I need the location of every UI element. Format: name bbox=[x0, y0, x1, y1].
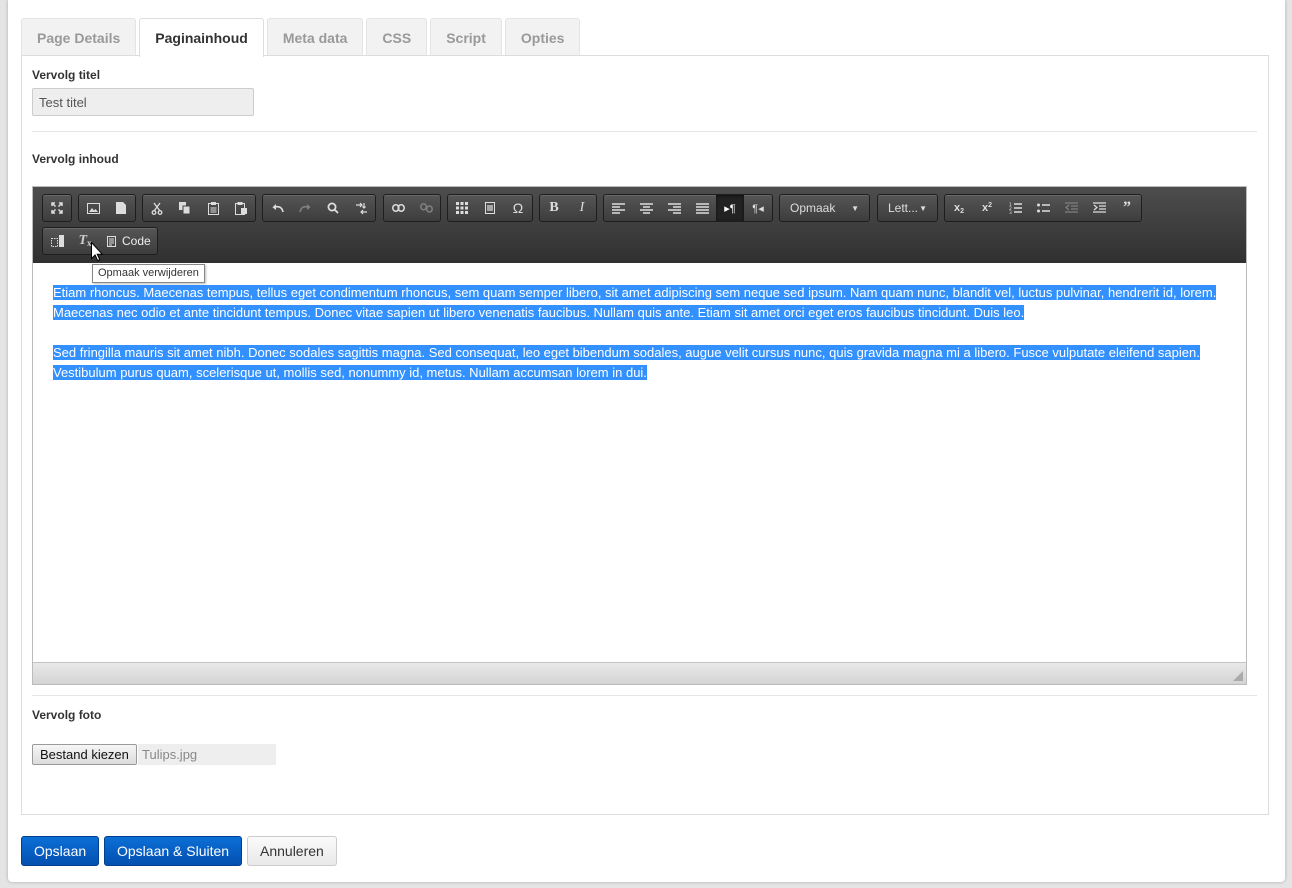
rich-text-editor: Ω B I ▸¶ ¶◂ Opmaak ▼ Lett... ▼ x 2 x 2 1… bbox=[32, 186, 1247, 685]
toolbar-group-history bbox=[262, 194, 376, 222]
visual-blocks-icon[interactable] bbox=[43, 228, 71, 254]
fullscreen-icon[interactable] bbox=[43, 195, 71, 221]
image-icon[interactable] bbox=[79, 195, 107, 221]
editor-statusbar bbox=[33, 662, 1246, 684]
tab-page-details[interactable]: Page Details bbox=[21, 18, 137, 56]
blockquote-icon[interactable]: ” bbox=[1113, 195, 1141, 221]
indent-icon[interactable] bbox=[1085, 195, 1113, 221]
align-right-icon[interactable] bbox=[660, 195, 688, 221]
tab-opties[interactable]: Opties bbox=[504, 18, 581, 56]
toolbar-group-objects: Ω bbox=[447, 194, 533, 222]
mouse-cursor-icon bbox=[91, 242, 103, 261]
content-field-label: Vervolg inhoud bbox=[32, 152, 119, 166]
table-icon[interactable] bbox=[448, 195, 476, 221]
selected-text: Sed fringilla mauris sit amet nibh. Done… bbox=[53, 345, 1200, 380]
toolbar-group-view bbox=[42, 194, 72, 222]
tab-css[interactable]: CSS bbox=[366, 18, 428, 56]
align-center-icon[interactable] bbox=[632, 195, 660, 221]
photo-field-label: Vervolg foto bbox=[32, 708, 102, 722]
divider bbox=[32, 131, 1257, 132]
selected-text: Etiam rhoncus. Maecenas tempus, tellus e… bbox=[53, 285, 1217, 320]
tab-script[interactable]: Script bbox=[430, 18, 502, 56]
caret-down-icon: ▼ bbox=[919, 203, 927, 213]
bullet-list-icon[interactable] bbox=[1029, 195, 1057, 221]
toolbar-group-style: B I bbox=[539, 194, 597, 222]
cut-icon[interactable] bbox=[143, 195, 171, 221]
subscript-icon[interactable]: x2 bbox=[945, 195, 973, 221]
toolbar-group-clipboard bbox=[142, 194, 256, 222]
numbered-list-icon[interactable]: 123 bbox=[1001, 195, 1029, 221]
align-left-icon[interactable] bbox=[604, 195, 632, 221]
code-button-label: Code bbox=[122, 234, 151, 248]
bold-icon[interactable]: B bbox=[540, 195, 568, 221]
redo-icon[interactable] bbox=[291, 195, 319, 221]
title-field-label: Vervolg titel bbox=[32, 68, 101, 82]
toolbar-group-insert bbox=[78, 194, 136, 222]
horizontal-rule-icon[interactable] bbox=[476, 195, 504, 221]
search-icon[interactable] bbox=[319, 195, 347, 221]
editor-paragraph: Sed fringilla mauris sit amet nibh. Done… bbox=[53, 343, 1233, 383]
ltr-icon[interactable]: ▸¶ bbox=[716, 195, 744, 221]
font-dropdown-label: Lett... bbox=[888, 201, 919, 215]
format-dropdown[interactable]: Opmaak ▼ bbox=[779, 194, 870, 222]
svg-text:3: 3 bbox=[1009, 210, 1012, 214]
unlink-icon[interactable] bbox=[412, 195, 440, 221]
toolbar-group-lists: x2 x2 123 ” bbox=[944, 194, 1142, 222]
paste-text-icon[interactable] bbox=[227, 195, 255, 221]
omega-icon[interactable]: Ω bbox=[504, 195, 532, 221]
undo-icon[interactable] bbox=[263, 195, 291, 221]
tab-meta-data[interactable]: Meta data bbox=[266, 18, 364, 56]
toolbar-group-link bbox=[383, 194, 441, 222]
tab-bar: Page Details Paginainhoud Meta data CSS … bbox=[21, 18, 583, 57]
tooltip: Opmaak verwijderen bbox=[92, 264, 205, 283]
cancel-button[interactable]: Annuleren bbox=[247, 836, 337, 866]
link-icon[interactable] bbox=[384, 195, 412, 221]
document-icon[interactable] bbox=[107, 195, 135, 221]
align-justify-icon[interactable] bbox=[688, 195, 716, 221]
code-button[interactable]: Code bbox=[99, 228, 157, 254]
save-button[interactable]: Opslaan bbox=[21, 836, 100, 866]
italic-icon[interactable]: I bbox=[568, 195, 596, 221]
save-close-button[interactable]: Opslaan & Sluiten bbox=[104, 836, 243, 866]
tab-paginainhoud[interactable]: Paginainhoud bbox=[139, 18, 264, 57]
resize-handle-icon[interactable] bbox=[1233, 671, 1243, 681]
divider bbox=[32, 695, 1257, 696]
caret-down-icon: ▼ bbox=[851, 203, 859, 213]
paste-icon[interactable] bbox=[199, 195, 227, 221]
title-input[interactable] bbox=[32, 88, 254, 116]
choose-file-button[interactable]: Bestand kiezen bbox=[32, 744, 137, 765]
editor-paragraph: Etiam rhoncus. Maecenas tempus, tellus e… bbox=[53, 283, 1233, 323]
rtl-icon[interactable]: ¶◂ bbox=[744, 195, 772, 221]
format-dropdown-label: Opmaak bbox=[790, 201, 836, 215]
outdent-icon[interactable] bbox=[1057, 195, 1085, 221]
font-dropdown[interactable]: Lett... ▼ bbox=[877, 194, 938, 222]
editor-toolbar: Ω B I ▸¶ ¶◂ Opmaak ▼ Lett... ▼ x 2 x 2 1… bbox=[33, 187, 1246, 263]
copy-icon[interactable] bbox=[171, 195, 199, 221]
toolbar-group-align: ▸¶ ¶◂ bbox=[603, 194, 773, 222]
chosen-file-name: Tulips.jpg bbox=[138, 744, 276, 765]
replace-icon[interactable] bbox=[347, 195, 375, 221]
superscript-icon[interactable]: x2 bbox=[973, 195, 1001, 221]
editor-content[interactable]: Etiam rhoncus. Maecenas tempus, tellus e… bbox=[53, 283, 1233, 403]
